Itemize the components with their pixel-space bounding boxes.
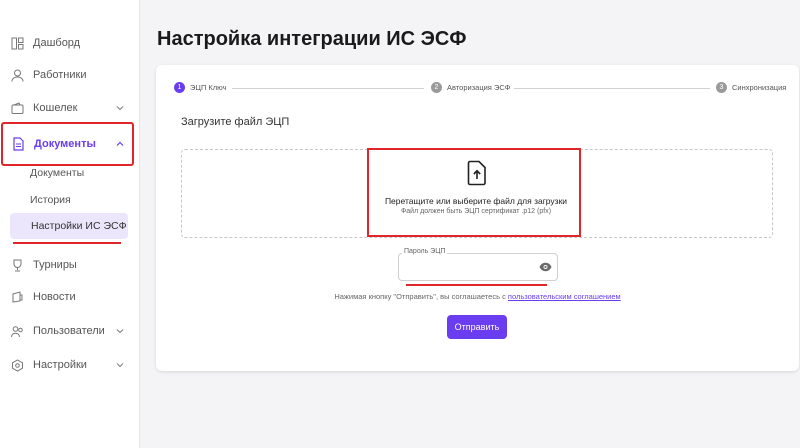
step-3: 3 Синхронизация [716, 82, 786, 93]
upload-label: Загрузите файл ЭЦП [181, 116, 290, 128]
chevron-down-icon[interactable] [114, 325, 126, 337]
file-dropzone[interactable]: Перетащите или выберите файл для загрузк… [181, 148, 773, 238]
dropzone-title: Перетащите или выберите файл для загрузк… [384, 196, 568, 206]
agreement-link[interactable]: пользовательским соглашением [508, 292, 621, 301]
sidebar-subitem-esf-settings[interactable]: Настройки ИС ЭСФ [10, 213, 128, 239]
settings-icon [10, 358, 24, 372]
chevron-down-icon[interactable] [114, 359, 126, 371]
agreement-prefix: Нажимая кнопку "Отправить", вы соглашает… [334, 292, 508, 301]
password-input[interactable] [405, 260, 533, 276]
step-label: Синхронизация [732, 83, 787, 92]
sidebar-item-users[interactable]: Пользователи [8, 318, 132, 344]
dropzone-hint: Файл должен быть ЭЦП сертификат .p12 (pf… [400, 208, 552, 215]
users-icon [10, 68, 24, 82]
step-2: 2 Авторизация ЭСФ [431, 82, 510, 93]
sidebar-item-tournaments[interactable]: Турниры [8, 252, 132, 278]
step-label: ЭЦП Ключ [190, 83, 227, 92]
step-connector [514, 88, 710, 89]
sidebar-item-label: Настройки [33, 359, 87, 371]
agreement-text: Нажимая кнопку "Отправить", вы соглашает… [156, 292, 799, 301]
step-number: 3 [716, 82, 727, 93]
chevron-down-icon[interactable] [114, 102, 126, 114]
sidebar-subitem-documents[interactable]: Документы [30, 167, 84, 179]
step-number: 2 [431, 82, 442, 93]
annotation-underline [406, 284, 547, 286]
sidebar-subitem-history[interactable]: История [30, 194, 71, 206]
annotation-highlight-box: Перетащите или выберите файл для загрузк… [367, 148, 581, 237]
step-connector [232, 88, 424, 89]
sidebar-item-news[interactable]: Новости [8, 284, 132, 310]
wallet-icon [10, 101, 24, 115]
chevron-up-icon[interactable] [114, 138, 126, 150]
sidebar-item-wallet[interactable]: Кошелек [8, 95, 132, 121]
submit-button[interactable]: Отправить [447, 315, 507, 339]
password-label: Пароль ЭЦП [402, 248, 448, 255]
sidebar-item-label: Дашборд [33, 37, 81, 49]
file-upload-icon [467, 160, 486, 186]
sidebar-item-label: Турниры [33, 259, 77, 271]
sidebar-item-label: Новости [33, 291, 76, 303]
dashboard-icon [10, 36, 24, 50]
main-content: Настройка интеграции ИС ЭСФ 1 ЭЦП Ключ 2… [141, 0, 800, 448]
sidebar-item-label: Работники [33, 69, 87, 81]
sidebar-item-label: Кошелек [33, 102, 78, 114]
sidebar-subitem-label: Настройки ИС ЭСФ [31, 220, 127, 232]
trophy-icon [10, 258, 24, 272]
eye-icon[interactable] [539, 262, 552, 272]
sidebar: Дашборд Работники Кошелек Документы Доку… [0, 0, 140, 448]
news-icon [10, 290, 24, 304]
group-icon [10, 324, 24, 338]
page-title: Настройка интеграции ИС ЭСФ [157, 28, 467, 50]
sidebar-item-dashboard[interactable]: Дашборд [8, 30, 132, 56]
sidebar-item-workers[interactable]: Работники [8, 62, 132, 88]
integration-card: 1 ЭЦП Ключ 2 Авторизация ЭСФ 3 Синхрониз… [156, 65, 799, 371]
document-icon [11, 137, 25, 151]
step-number: 1 [174, 82, 185, 93]
sidebar-item-settings[interactable]: Настройки [8, 352, 132, 378]
step-label: Авторизация ЭСФ [447, 83, 511, 92]
sidebar-item-label: Пользователи [33, 325, 105, 337]
sidebar-item-label: Документы [34, 138, 96, 150]
password-field[interactable] [398, 253, 558, 281]
annotation-underline [13, 242, 121, 244]
step-1: 1 ЭЦП Ключ [174, 82, 227, 93]
sidebar-item-documents[interactable]: Документы [1, 122, 134, 166]
